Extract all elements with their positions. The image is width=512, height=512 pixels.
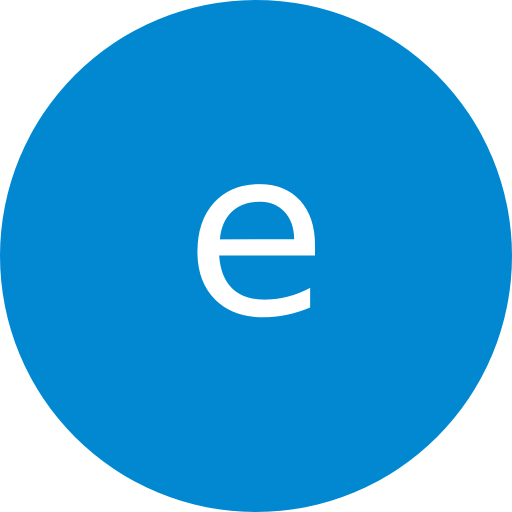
avatar-initial: e bbox=[184, 99, 328, 369]
avatar: e bbox=[0, 0, 512, 512]
